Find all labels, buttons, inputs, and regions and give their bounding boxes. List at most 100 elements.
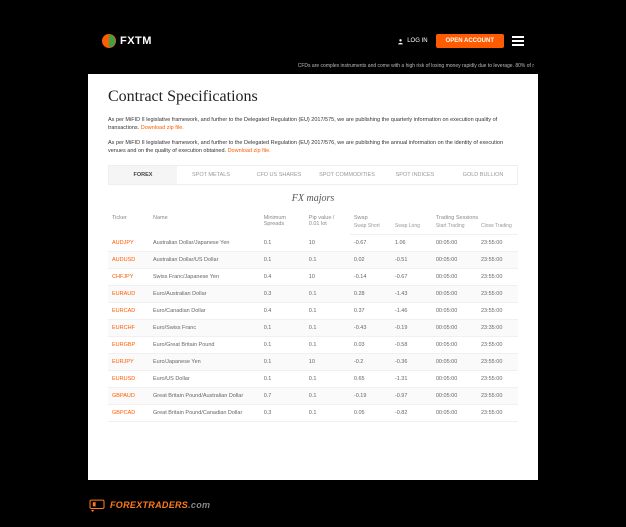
cell-ticker[interactable]: EURCAD <box>108 303 149 320</box>
cell-spread: 0.3 <box>260 405 305 422</box>
table-row: EURCHFEuro/Swiss Franc0.10.1-0.43-0.1900… <box>108 320 518 337</box>
table-row: EURCADEuro/Canadian Dollar0.40.10.37-1.4… <box>108 303 518 320</box>
footer-brand: FOREXTRADERS.com <box>110 500 210 510</box>
cell-start-trading: 00:05:00 <box>432 371 477 388</box>
open-account-button[interactable]: OPEN ACCOUNT <box>436 34 504 48</box>
cell-ticker[interactable]: EURCHF <box>108 320 149 337</box>
tab-spot-metals[interactable]: SPOT METALS <box>177 166 245 184</box>
cell-start-trading: 00:05:00 <box>432 405 477 422</box>
header-bar: FXTM LOG IN OPEN ACCOUNT <box>88 24 538 58</box>
download-link-1[interactable]: Download zip file. <box>141 125 184 131</box>
cell-ticker[interactable]: AUDUSD <box>108 252 149 269</box>
cell-swap-long: -0.36 <box>391 354 432 371</box>
table-row: EURGBPEuro/Great Britain Pound0.10.10.03… <box>108 337 518 354</box>
forextraders-icon <box>88 498 106 512</box>
cell-pip: 10 <box>305 235 350 252</box>
table-row: EURUSDEuro/US Dollar0.10.10.65-1.3100:05… <box>108 371 518 388</box>
cell-swap-long: -0.51 <box>391 252 432 269</box>
cell-ticker[interactable]: EURUSD <box>108 371 149 388</box>
col-swap: Swap <box>350 210 432 223</box>
col-start-trading: Start Trading <box>432 223 477 235</box>
cell-close-trading: 23:55:00 <box>477 354 518 371</box>
cell-ticker[interactable]: CHFJPY <box>108 269 149 286</box>
cell-name: Great Britain Pound/Canadian Dollar <box>149 405 260 422</box>
login-link[interactable]: LOG IN <box>397 38 427 45</box>
cell-start-trading: 00:05:00 <box>432 354 477 371</box>
user-icon <box>397 38 404 45</box>
cell-pip: 0.1 <box>305 320 350 337</box>
login-label: LOG IN <box>407 38 427 44</box>
cell-name: Australian Dollar/Japanese Yen <box>149 235 260 252</box>
cell-start-trading: 00:05:00 <box>432 269 477 286</box>
table-row: GBPAUDGreat Britain Pound/Australian Dol… <box>108 388 518 405</box>
col-swap-long: Swap Long <box>391 223 432 235</box>
cell-close-trading: 23:55:00 <box>477 405 518 422</box>
cell-swap-long: -0.82 <box>391 405 432 422</box>
cell-swap-short: -0.67 <box>350 235 391 252</box>
cell-start-trading: 00:05:00 <box>432 388 477 405</box>
cell-swap-short: 0.02 <box>350 252 391 269</box>
cell-spread: 0.4 <box>260 269 305 286</box>
cell-swap-short: 0.28 <box>350 286 391 303</box>
cell-close-trading: 23:55:00 <box>477 388 518 405</box>
cell-pip: 0.1 <box>305 303 350 320</box>
specs-table: Ticker Name Minimum Spreads Pip value / … <box>108 210 518 422</box>
page-title: Contract Specifications <box>108 88 518 106</box>
cell-swap-long: -1.43 <box>391 286 432 303</box>
tab-spot-commodities[interactable]: SPOT COMMODITIES <box>313 166 381 184</box>
cell-name: Euro/Canadian Dollar <box>149 303 260 320</box>
cell-spread: 0.1 <box>260 354 305 371</box>
cell-swap-long: -0.67 <box>391 269 432 286</box>
desc-paragraph-2: As per MiFID II legislative framework, a… <box>108 139 518 156</box>
cell-start-trading: 00:05:00 <box>432 286 477 303</box>
table-row: AUDJPYAustralian Dollar/Japanese Yen0.11… <box>108 235 518 252</box>
footer-logo: FOREXTRADERS.com <box>88 498 210 512</box>
table-row: EURAUDEuro/Australian Dollar0.30.10.28-1… <box>108 286 518 303</box>
cell-swap-long: -0.19 <box>391 320 432 337</box>
fxtm-logo[interactable]: FXTM <box>102 34 152 48</box>
cell-swap-short: 0.65 <box>350 371 391 388</box>
footer-brand-suffix: .com <box>188 500 210 510</box>
cell-name: Euro/Australian Dollar <box>149 286 260 303</box>
tab-cfd-us-shares[interactable]: CFD US SHARES <box>245 166 313 184</box>
table-row: CHFJPYSwiss Franc/Japanese Yen0.410-0.14… <box>108 269 518 286</box>
menu-icon[interactable] <box>512 36 524 46</box>
cell-close-trading: 23:55:00 <box>477 303 518 320</box>
cell-spread: 0.1 <box>260 235 305 252</box>
cell-ticker[interactable]: EURJPY <box>108 354 149 371</box>
tab-forex[interactable]: FOREX <box>109 166 177 184</box>
cell-spread: 0.1 <box>260 337 305 354</box>
cell-ticker[interactable]: GBPAUD <box>108 388 149 405</box>
asset-tabs: FOREX SPOT METALS CFD US SHARES SPOT COM… <box>108 165 518 185</box>
cell-ticker[interactable]: AUDJPY <box>108 235 149 252</box>
cell-spread: 0.3 <box>260 286 305 303</box>
cell-ticker[interactable]: GBPCAD <box>108 405 149 422</box>
col-min-spreads: Minimum Spreads <box>260 210 305 235</box>
cell-swap-short: -0.19 <box>350 388 391 405</box>
tab-spot-indices[interactable]: SPOT INDICES <box>381 166 449 184</box>
table-row: AUDUSDAustralian Dollar/US Dollar0.10.10… <box>108 252 518 269</box>
cell-swap-short: -0.14 <box>350 269 391 286</box>
cell-ticker[interactable]: EURGBP <box>108 337 149 354</box>
col-trading: Trading Sessions <box>432 210 518 223</box>
footer-brand-main: FOREXTRADERS <box>110 500 188 510</box>
cell-start-trading: 00:05:00 <box>432 320 477 337</box>
cell-ticker[interactable]: EURAUD <box>108 286 149 303</box>
cell-start-trading: 00:05:00 <box>432 337 477 354</box>
tab-gold-bullion[interactable]: GOLD BULLION <box>449 166 517 184</box>
cell-swap-short: 0.37 <box>350 303 391 320</box>
download-link-2[interactable]: Download zip file. <box>228 148 271 154</box>
cell-close-trading: 23:55:00 <box>477 286 518 303</box>
cell-spread: 0.1 <box>260 252 305 269</box>
cell-swap-short: 0.03 <box>350 337 391 354</box>
cell-swap-long: -1.31 <box>391 371 432 388</box>
cell-swap-short: 0.05 <box>350 405 391 422</box>
cell-name: Swiss Franc/Japanese Yen <box>149 269 260 286</box>
col-ticker: Ticker <box>108 210 149 235</box>
cell-name: Great Britain Pound/Australian Dollar <box>149 388 260 405</box>
cell-close-trading: 23:55:00 <box>477 252 518 269</box>
cell-name: Euro/Japanese Yen <box>149 354 260 371</box>
cell-swap-long: 1.06 <box>391 235 432 252</box>
fxtm-logo-icon <box>102 34 116 48</box>
cell-pip: 0.1 <box>305 337 350 354</box>
